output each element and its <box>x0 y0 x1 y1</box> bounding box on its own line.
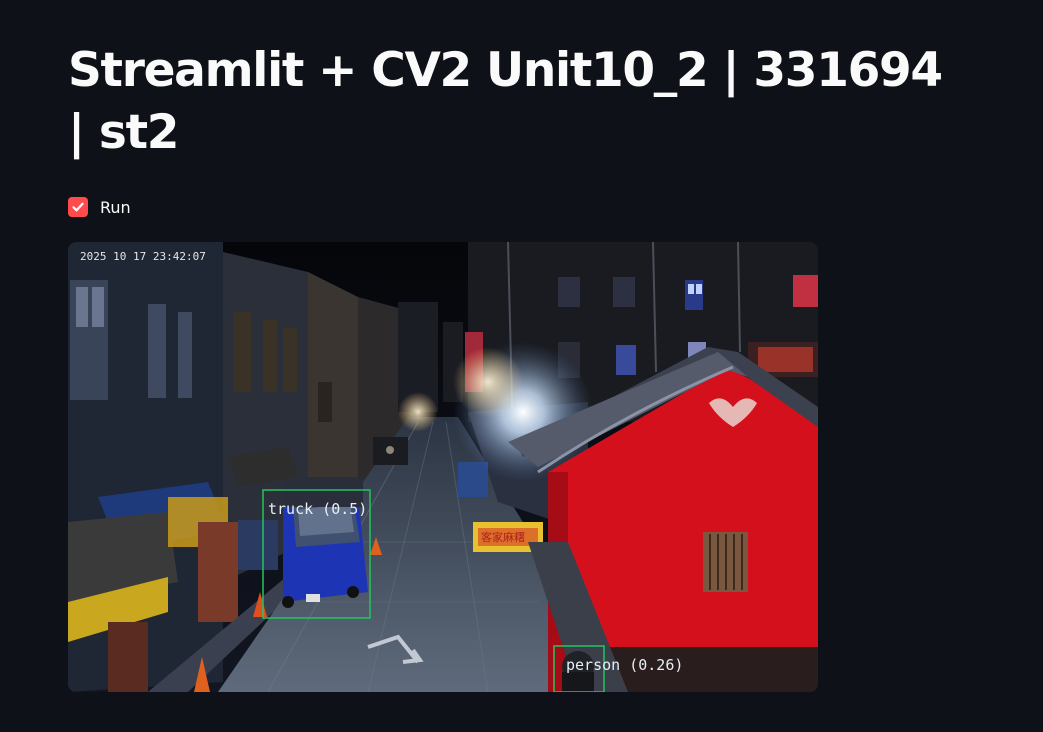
run-checkbox-label: Run <box>100 197 131 217</box>
shop-sign-text: 客家麻糬 <box>481 530 525 544</box>
video-timestamp: 2025 10 17 23:42:07 <box>80 250 206 263</box>
page-title: Streamlit + CV2 Unit10_2 | 331694 | st2 <box>68 43 943 160</box>
checkbox-checked-icon[interactable] <box>68 197 88 217</box>
camera-feed-image: truck (0.5) person (0.26) 客家麻糬 2025 10 1… <box>68 242 818 692</box>
person-detection-label: person (0.26) <box>566 656 683 674</box>
video-frame: truck (0.5) person (0.26) 客家麻糬 2025 10 1… <box>68 242 818 692</box>
run-checkbox[interactable]: Run <box>68 195 131 219</box>
truck-detection-label: truck (0.5) <box>268 500 367 518</box>
